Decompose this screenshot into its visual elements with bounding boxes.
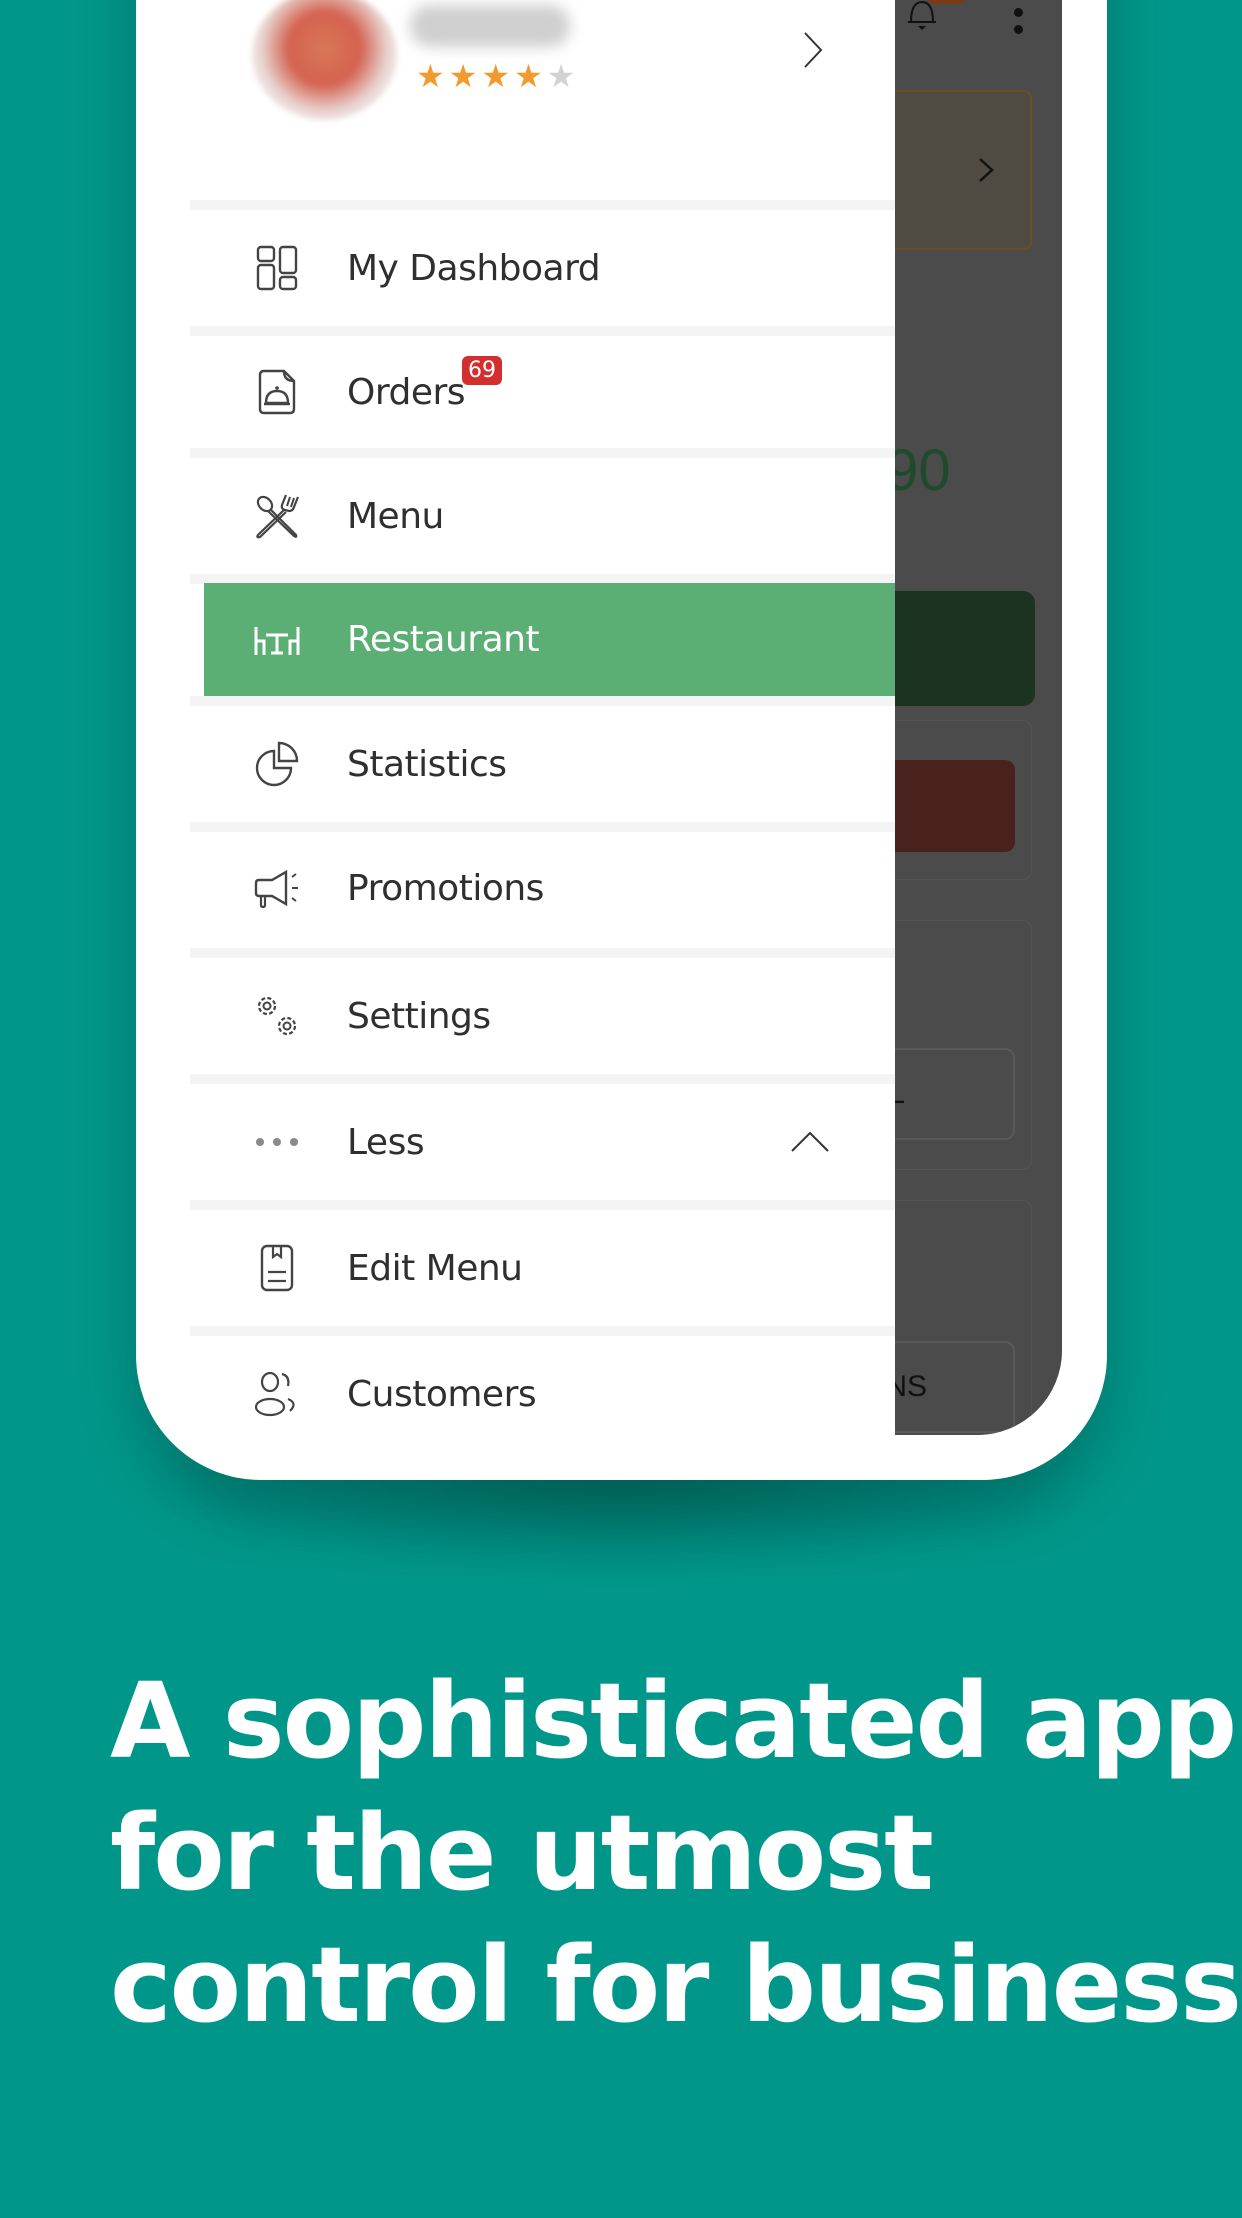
star-full-icon: ★ bbox=[481, 58, 511, 94]
customers-icon bbox=[254, 1371, 295, 1417]
divider bbox=[190, 1074, 895, 1084]
drawer-item-customers[interactable]: Customers bbox=[190, 1336, 895, 1435]
divider bbox=[190, 200, 895, 210]
drawer-item-label: Restaurant bbox=[347, 619, 540, 660]
divider bbox=[190, 948, 895, 958]
dashboard-icon bbox=[256, 245, 298, 291]
marketing-tagline: A sophisticated app for the utmost contr… bbox=[110, 1655, 1242, 2051]
profile-header[interactable]: ★ ★ ★ ★ ★ bbox=[190, 0, 895, 200]
drawer-item-label: Menu bbox=[347, 495, 444, 537]
restaurant-name-blurred bbox=[410, 5, 570, 47]
star-full-icon: ★ bbox=[416, 58, 445, 94]
star-rating: ★ ★ ★ ★ ★ bbox=[416, 60, 575, 92]
gears-icon bbox=[257, 996, 297, 1036]
drawer-item-my-dashboard[interactable]: My Dashboard bbox=[190, 210, 895, 326]
more-dots-icon bbox=[256, 1138, 298, 1146]
kebab-menu-icon bbox=[1014, 8, 1024, 42]
cutlery-icon bbox=[256, 494, 300, 539]
navigation-drawer: ★ ★ ★ ★ ★ My Dashboard Orders 69 Menu Re… bbox=[190, 0, 895, 1435]
tagline-line: for the utmost bbox=[110, 1792, 934, 1914]
tagline-line: control for business bbox=[110, 1924, 1242, 2046]
drawer-item-promotions[interactable]: Promotions bbox=[190, 830, 895, 946]
drawer-item-label: Statistics bbox=[347, 743, 507, 785]
star-full-icon: ★ bbox=[448, 58, 478, 94]
drawer-item-label: Settings bbox=[347, 995, 491, 1037]
divider bbox=[190, 696, 895, 706]
drawer-item-restaurant[interactable]: Restaurant bbox=[204, 583, 895, 696]
divider bbox=[190, 1200, 895, 1210]
drawer-item-label: Orders bbox=[347, 371, 466, 413]
drawer-item-settings[interactable]: Settings bbox=[190, 958, 895, 1074]
star-empty-icon: ★ bbox=[546, 58, 576, 94]
drawer-item-edit-menu[interactable]: Edit Menu bbox=[190, 1210, 895, 1326]
star-full-icon: ★ bbox=[514, 58, 543, 94]
drawer-item-label: Less bbox=[347, 1121, 425, 1163]
megaphone-icon bbox=[254, 869, 298, 909]
drawer-item-less-toggle[interactable]: Less bbox=[190, 1084, 895, 1200]
drawer-item-label: Promotions bbox=[347, 867, 544, 909]
drawer-item-statistics[interactable]: Statistics bbox=[190, 706, 895, 822]
chevron-right-icon bbox=[979, 158, 994, 182]
drawer-item-label: Customers bbox=[347, 1373, 537, 1415]
drawer-item-orders[interactable]: Orders 69 bbox=[190, 334, 895, 450]
drawer-item-label: Edit Menu bbox=[347, 1247, 523, 1289]
edit-menu-icon bbox=[260, 1244, 294, 1292]
divider bbox=[190, 1326, 895, 1336]
chevron-right-icon[interactable] bbox=[802, 30, 824, 70]
chevron-up-icon[interactable] bbox=[790, 1130, 830, 1154]
pie-chart-icon bbox=[255, 741, 299, 787]
phone-screen: .90 IL PONS ★ ★ ★ ★ ★ bbox=[190, 0, 1062, 1435]
drawer-item-menu[interactable]: Menu bbox=[190, 458, 895, 574]
restaurant-table-icon bbox=[254, 626, 300, 655]
orders-icon bbox=[258, 369, 296, 415]
tagline-line: A sophisticated app bbox=[110, 1660, 1237, 1782]
avatar bbox=[252, 0, 397, 120]
divider bbox=[190, 448, 895, 458]
bell-icon bbox=[908, 0, 936, 30]
orders-count-badge: 69 bbox=[462, 356, 502, 385]
drawer-item-label: My Dashboard bbox=[347, 247, 601, 289]
